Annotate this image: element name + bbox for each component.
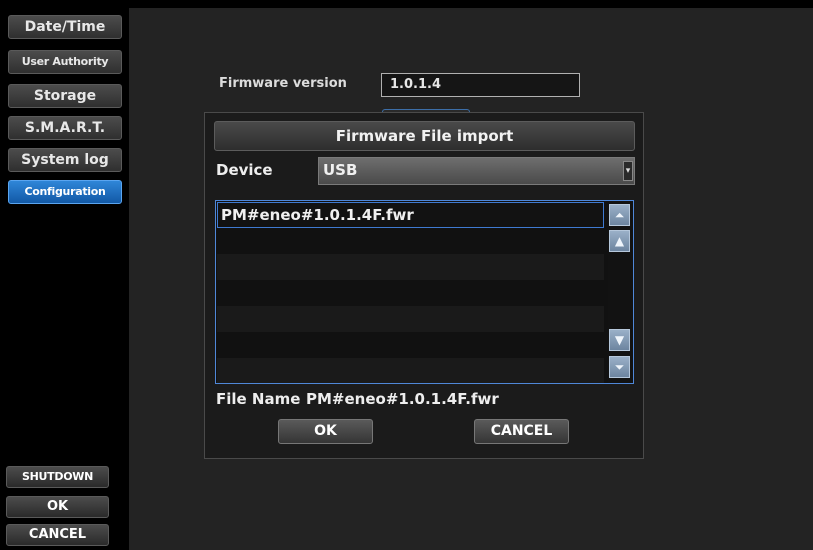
sidebar: Date/Time User Authority Storage S.M.A.R… (0, 0, 127, 550)
dialog-cancel-button[interactable]: CANCEL (474, 419, 569, 444)
sidebar-item-date-time[interactable]: Date/Time (8, 15, 122, 39)
chevron-down-icon[interactable]: ▾ (623, 161, 633, 181)
cancel-button[interactable]: CANCEL (6, 524, 109, 546)
file-name-label: File Name (216, 390, 301, 408)
scroll-bottom-icon[interactable]: ⏷ (609, 356, 630, 378)
firmware-version-field: 1.0.1.4 (381, 73, 580, 97)
device-value: USB (323, 161, 358, 179)
list-item[interactable] (217, 280, 604, 306)
scroll-top-icon[interactable]: ⏶ (609, 204, 630, 226)
shutdown-button[interactable]: SHUTDOWN (6, 466, 109, 488)
list-item[interactable] (217, 228, 604, 254)
scroll-down-icon[interactable]: ▼ (609, 329, 630, 351)
list-item[interactable] (217, 306, 604, 332)
sidebar-item-storage[interactable]: Storage (8, 84, 122, 108)
list-item[interactable] (217, 332, 604, 358)
firmware-version-label: Firmware version (219, 76, 347, 91)
ok-button[interactable]: OK (6, 496, 109, 518)
sidebar-item-smart[interactable]: S.M.A.R.T. (8, 116, 122, 140)
list-item[interactable] (217, 358, 604, 383)
scroll-up-icon[interactable]: ▲ (609, 230, 630, 252)
device-label: Device (216, 161, 273, 179)
file-list[interactable]: PM#eneo#1.0.1.4F.fwr ⏶ ▲ ▼ ⏷ (215, 200, 634, 384)
list-item[interactable]: PM#eneo#1.0.1.4F.fwr (217, 202, 604, 228)
sidebar-item-configuration[interactable]: Configuration (8, 180, 122, 204)
list-item[interactable] (217, 254, 604, 280)
list-item-label: PM#eneo#1.0.1.4F.fwr (221, 206, 414, 224)
dialog-ok-button[interactable]: OK (278, 419, 373, 444)
sidebar-item-system-log[interactable]: System log (8, 148, 122, 172)
sidebar-item-user-authority[interactable]: User Authority (8, 50, 122, 74)
file-name-value: PM#eneo#1.0.1.4F.fwr (306, 390, 499, 408)
device-select[interactable]: USB ▾ (318, 157, 635, 185)
dialog-title: Firmware File import (214, 121, 635, 151)
list-scrollbar[interactable]: ⏶ ▲ ▼ ⏷ (608, 201, 632, 383)
